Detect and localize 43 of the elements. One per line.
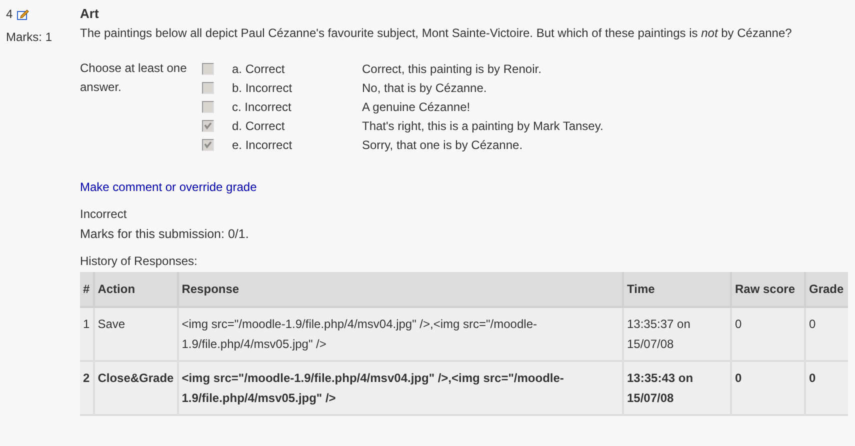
marks-label: Marks: 1 [6,29,54,46]
table-cell: 13:35:37 on 15/07/08 [623,306,731,361]
checkbox[interactable] [202,82,214,94]
column-header: Grade [805,272,848,307]
question-number: 4 [6,6,13,22]
column-header: Response [178,272,623,307]
column-header: Time [623,272,731,307]
table-cell: <img src="/moodle-1.9/file.php/4/msv04.jpg" />,<img src="/moodle-1.9/file.php/4/msv05.jpg" /> [178,360,623,415]
edit-icon[interactable] [16,8,29,20]
submission-marks: Marks for this submission: 0/1. [80,226,250,243]
question-text: The paintings below all depict Paul Cézanne's favourite subject, Mont Sainte-Victoire. But which of these paintings is not by Cézanne? [80,25,793,41]
checkbox[interactable] [202,120,214,132]
option-label: c. Incorrect [232,98,292,116]
option-feedback: A genuine Cézanne! [362,98,470,116]
table-cell: Save [94,306,178,361]
column-header: Action [94,272,178,307]
table-cell: <img src="/moodle-1.9/file.php/4/msv04.jpg" />,<img src="/moodle-1.9/file.php/4/msv05.jpg" /> [178,306,623,361]
option-feedback: Correct, this painting is by Renoir. [362,60,542,78]
instruction-text: Choose at least one answer. [80,60,188,96]
option-feedback: That's right, this is a painting by Mark Tansey. [362,118,604,134]
option-label: a. Correct [232,60,286,78]
table-cell: 0 [805,360,848,415]
result-text: Incorrect [80,206,128,223]
option-label: b. Incorrect [232,80,294,96]
table-cell: 1 [80,306,94,361]
checkbox[interactable] [202,138,214,150]
table-cell: Close&Grade [94,360,178,415]
option-label: d. Correct [232,118,286,134]
table-cell: 0 [731,360,805,415]
history-title: History of Responses: [80,252,198,270]
question-title: Art [80,6,100,22]
column-header: Raw score [731,272,805,307]
table-cell: 13:35:43 on 15/07/08 [623,360,731,415]
option-feedback: Sorry, that one is by Cézanne. [362,136,523,154]
comment-link[interactable]: Make comment or override grade [80,180,257,194]
table-cell: 2 [80,360,94,415]
checkbox[interactable] [202,100,214,112]
option-feedback: No, that is by Cézanne. [362,80,487,96]
table-cell: 0 [731,306,805,361]
table-cell: 0 [805,306,848,361]
checkbox[interactable] [202,62,214,74]
option-label: e. Incorrect [232,136,294,154]
column-header: # [80,272,94,307]
